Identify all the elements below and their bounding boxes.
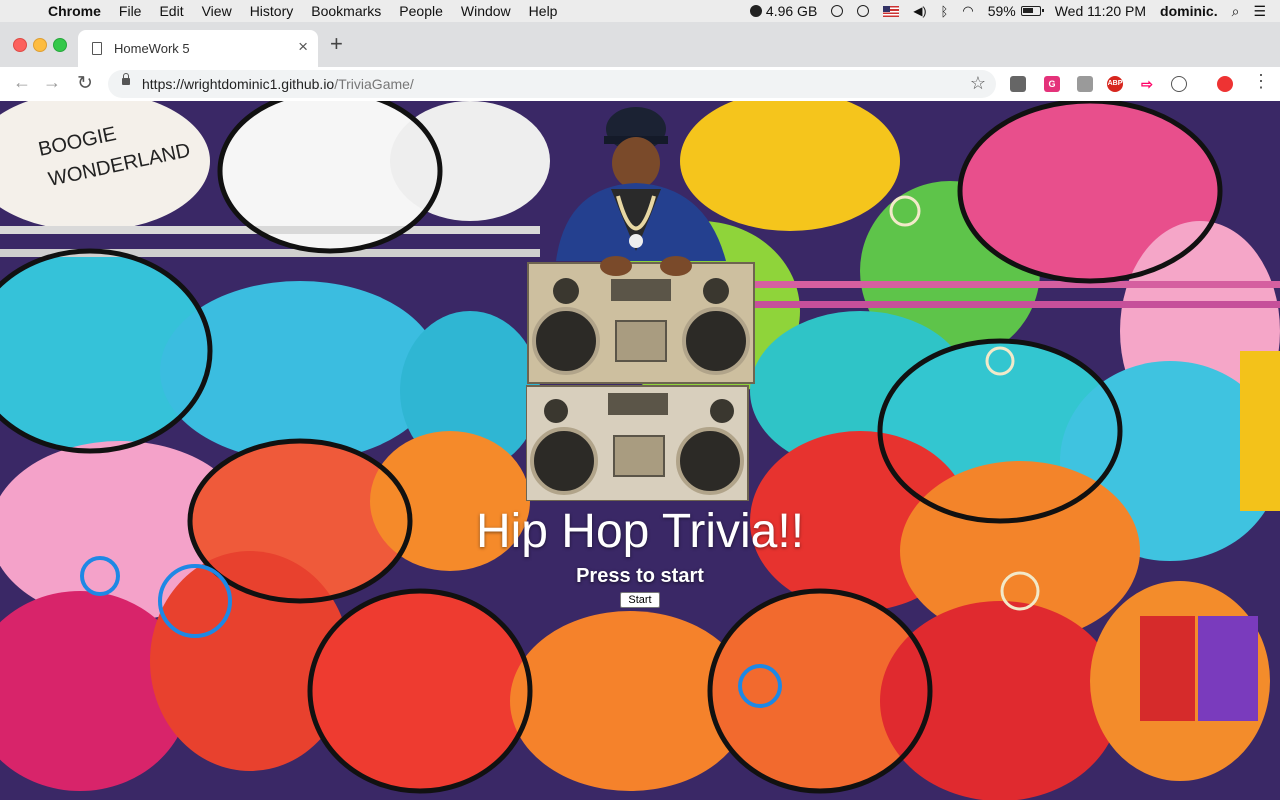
menu-edit[interactable]: Edit [159, 3, 183, 19]
url-path: /TriviaGame/ [334, 76, 414, 92]
url-host: https://wrightdominic1.github.io [142, 76, 335, 92]
extension-1-icon[interactable] [1010, 76, 1026, 92]
memory-status[interactable]: 4.96 GB [749, 3, 818, 19]
wifi-icon[interactable]: ◠ [962, 3, 973, 19]
close-window-button[interactable] [13, 38, 27, 52]
close-tab-icon[interactable]: × [298, 37, 308, 57]
spotlight-icon[interactable]: ⌕ [1232, 3, 1240, 20]
minimize-window-button[interactable] [33, 38, 47, 52]
browser-toolbar: ← → ↻ https://wrightdominic1.github.io/T… [0, 67, 1280, 102]
menu-app-name[interactable]: Chrome [48, 3, 101, 19]
tab-strip: HomeWork 5 × + [0, 22, 1280, 68]
macos-menu-bar: Chrome File Edit View History Bookmarks … [0, 0, 1280, 22]
press-to-start-text: Press to start [576, 565, 704, 587]
extension-3-icon[interactable] [1077, 76, 1093, 92]
page-heading: Hip Hop Trivia!! [475, 505, 805, 558]
address-bar[interactable]: https://wrightdominic1.github.io/TriviaG… [108, 70, 996, 98]
blocked-icon[interactable] [831, 5, 844, 17]
notification-center-icon[interactable]: ☰ [1253, 3, 1266, 20]
chrome-menu-icon[interactable]: ⋮ [1252, 71, 1270, 92]
grammarly-extension-icon[interactable]: G [1044, 76, 1060, 92]
memory-icon [749, 5, 762, 17]
battery-percent: 59% [987, 3, 1016, 19]
memory-value: 4.96 GB [765, 3, 818, 19]
extension-6-icon[interactable] [1171, 76, 1187, 92]
bookmark-star-icon[interactable]: ☆ [970, 73, 986, 94]
forward-button[interactable]: → [43, 72, 61, 93]
us-flag-input-icon[interactable] [883, 5, 900, 17]
rapper-boombox-image [526, 107, 755, 501]
menu-file[interactable]: File [119, 3, 142, 19]
bluetooth-icon[interactable]: ᛒ [941, 4, 949, 19]
time-machine-icon[interactable] [857, 5, 870, 17]
tab-homework-5[interactable]: HomeWork 5 × [78, 30, 318, 68]
url-text[interactable]: https://wrightdominic1.github.io/TriviaG… [142, 76, 414, 92]
profile-avatar-icon[interactable] [1217, 76, 1233, 92]
back-button[interactable]: ← [13, 72, 31, 93]
lock-icon[interactable] [122, 73, 130, 85]
menu-window[interactable]: Window [461, 3, 511, 19]
menu-history[interactable]: History [250, 3, 294, 19]
menu-people[interactable]: People [399, 3, 443, 19]
page-icon [92, 42, 102, 55]
adblock-plus-icon[interactable]: ABP [1107, 76, 1123, 92]
clock[interactable]: Wed 11:20 PM [1055, 3, 1146, 19]
menu-help[interactable]: Help [529, 3, 558, 19]
menu-view[interactable]: View [202, 3, 232, 19]
zoom-window-button[interactable] [53, 38, 67, 52]
page-viewport: BOOGIE WONDERLAND Hip Hop Trivia!! Press… [0, 101, 1280, 800]
battery-icon [1020, 6, 1044, 16]
volume-icon[interactable]: ◀) [913, 4, 926, 18]
new-tab-button[interactable]: + [330, 31, 343, 57]
reload-button[interactable]: ↻ [77, 72, 93, 95]
extension-5-icon[interactable]: ⇨ [1139, 76, 1155, 92]
tab-title: HomeWork 5 [114, 41, 190, 56]
menu-bookmarks[interactable]: Bookmarks [311, 3, 381, 19]
start-button[interactable]: Start [620, 592, 660, 608]
battery-status[interactable]: 59% [987, 3, 1044, 19]
user-menu[interactable]: dominic. [1160, 3, 1218, 19]
